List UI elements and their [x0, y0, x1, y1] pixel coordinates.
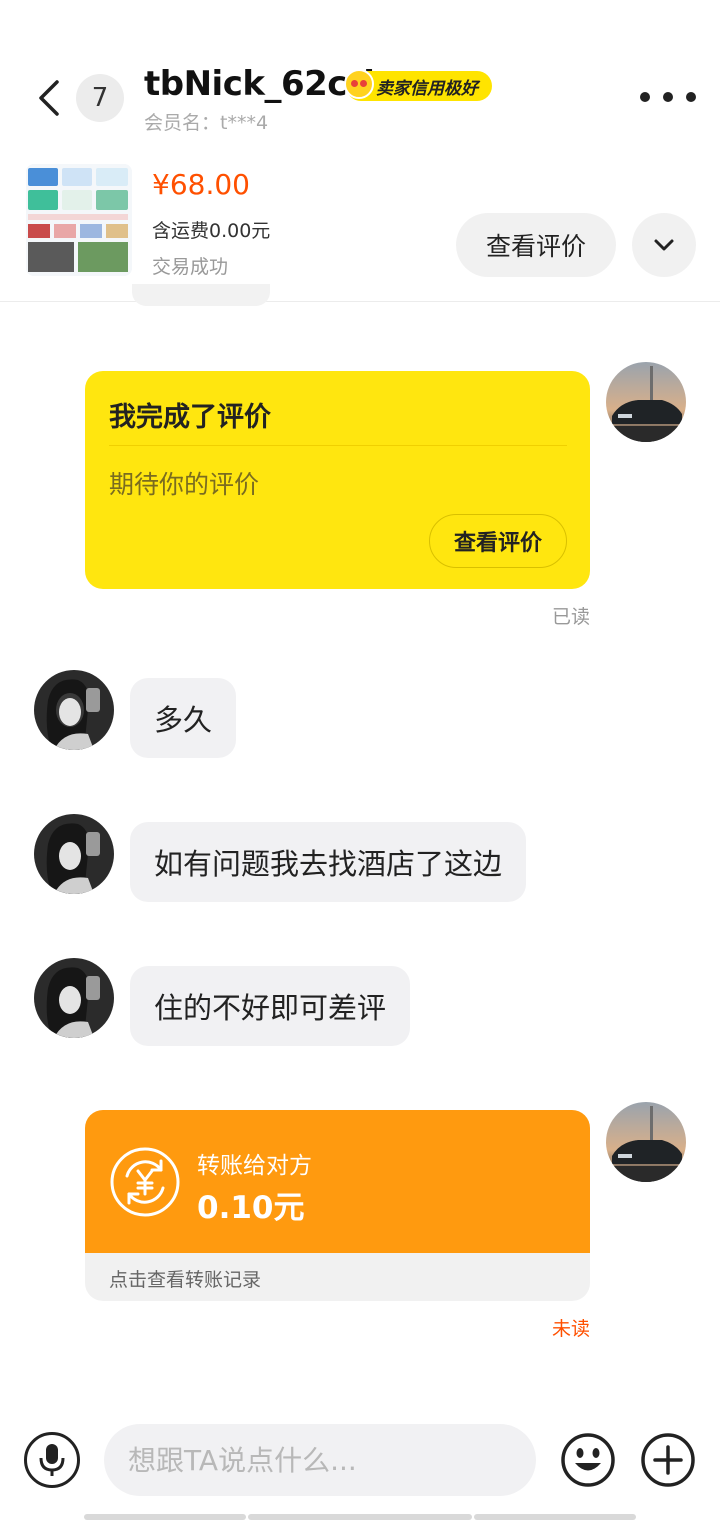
trade-status: 交易成功	[152, 256, 229, 278]
my-avatar[interactable]	[606, 362, 686, 442]
contact-avatar[interactable]	[34, 670, 114, 750]
seller-credit-badge[interactable]: 卖家信用极好	[344, 69, 492, 101]
heart-eyes-icon	[344, 69, 374, 99]
bottom-indicator	[84, 1514, 246, 1520]
back-arrow-icon	[39, 80, 59, 116]
review-card-subtitle: 期待你的评价	[109, 470, 260, 499]
plus-icon	[641, 1433, 695, 1487]
transfer-record-link[interactable]: 点击查看转账记录	[109, 1265, 261, 1292]
incoming-message[interactable]: 如有问题我去找酒店了这边	[130, 822, 527, 902]
transfer-amount: 0.10元	[197, 1190, 305, 1226]
review-card-view-button[interactable]: 查看评价	[429, 514, 567, 568]
chat-header: 7 tbNick_62cri 卖家信用极好 会员名：t***4	[0, 0, 720, 150]
microphone-icon	[39, 1444, 65, 1476]
credit-badge-label: 卖家信用极好	[376, 78, 478, 99]
unread-count-badge: 7	[76, 74, 124, 122]
member-name: 会员名：t***4	[144, 112, 269, 134]
contact-nickname[interactable]: tbNick_62cri	[144, 64, 375, 104]
more-actions-button[interactable]	[640, 1432, 696, 1488]
bottom-indicator	[474, 1514, 636, 1520]
my-avatar[interactable]	[606, 1102, 686, 1182]
incoming-message[interactable]: 住的不好即可差评	[130, 966, 411, 1046]
product-thumbnail[interactable]	[26, 164, 132, 276]
back-button[interactable]	[26, 70, 72, 126]
more-options-button[interactable]	[640, 82, 696, 112]
incoming-message[interactable]: 多久	[130, 678, 237, 758]
product-price: ¥68.00	[152, 168, 250, 201]
message-input[interactable]	[104, 1424, 536, 1496]
order-product-bar[interactable]: ¥68.00 含运费0.00元 交易成功 查看评价	[0, 150, 720, 302]
message-input-bar	[0, 1410, 720, 1520]
unread-status: 未读	[551, 1318, 590, 1340]
transfer-card-body: 转账给对方 0.10元	[85, 1110, 590, 1253]
read-status: 已读	[551, 606, 590, 628]
contact-avatar-image	[34, 670, 114, 750]
chevron-down-icon	[654, 239, 674, 251]
view-review-button[interactable]: 查看评价	[456, 213, 616, 277]
emoji-icon	[561, 1433, 615, 1487]
car-avatar-image	[606, 362, 686, 442]
review-card-title: 我完成了评价	[109, 402, 271, 433]
bottom-indicator	[248, 1514, 472, 1520]
divider	[109, 445, 567, 446]
review-complete-card[interactable]: 我完成了评价 期待你的评价 查看评价	[85, 371, 590, 589]
shipping-info: 含运费0.00元	[152, 220, 271, 242]
emoji-button[interactable]	[560, 1432, 616, 1488]
contact-avatar[interactable]	[34, 814, 114, 894]
contact-avatar-image	[34, 958, 114, 1038]
product-image	[26, 164, 132, 276]
transfer-label: 转账给对方	[197, 1153, 312, 1179]
car-avatar-image	[606, 1102, 686, 1182]
expand-order-button[interactable]	[632, 213, 696, 277]
contact-avatar[interactable]	[34, 958, 114, 1038]
yuan-transfer-icon	[110, 1147, 180, 1217]
transfer-card[interactable]: 转账给对方 0.10元 点击查看转账记录	[85, 1110, 590, 1301]
more-dots-icon	[640, 92, 650, 102]
previous-message-edge	[132, 284, 270, 306]
voice-input-button[interactable]	[24, 1432, 80, 1488]
contact-avatar-image	[34, 814, 114, 894]
